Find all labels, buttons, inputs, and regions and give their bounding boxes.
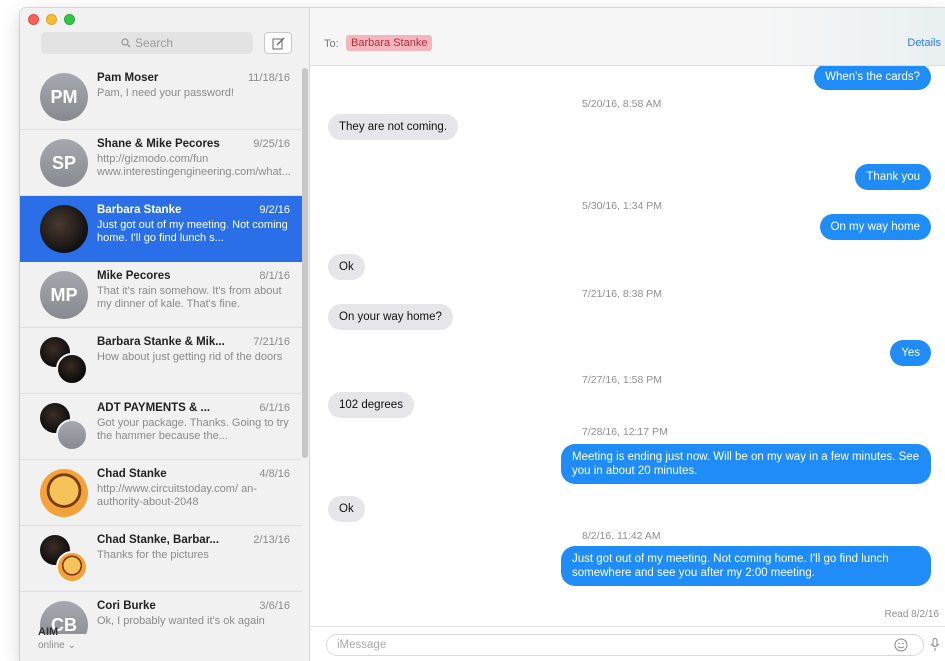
conversation-name: Chad Stanke, Barbar... [97,534,220,546]
sidebar-scrollbar[interactable] [302,68,308,458]
message-timestamp: 7/21/16, 8:38 PM [582,288,662,300]
conversation-item[interactable]: Barbara Stanke 9/2/16 Just got out of my m… [20,196,302,262]
account-name: AIM [38,626,59,638]
conversation-preview: http://gizmodo.com/fun www.interestingen… [97,153,291,178]
conversation-date: 11/18/16 [247,72,290,84]
microphone-icon[interactable] [930,638,940,652]
conversation-item[interactable]: MP Mike Pecores 8/1/16 That it's rain someh… [20,262,302,328]
outgoing-message[interactable]: Meeting is ending just now. Will be on m… [561,444,931,484]
conversation-preview: Ok, I probably wanted it's ok again [97,615,265,627]
conversation-date: 3/6/16 [259,600,290,612]
conversation-item[interactable]: SP Shane & Mike Pecores 9/25/16 http://gizm… [20,130,302,196]
conversation-preview: Just got out of my meeting. Not coming h… [97,219,288,244]
avatar [40,469,88,517]
to-label: To: [324,38,339,50]
outgoing-message[interactable]: When's the cards? [814,66,931,90]
message-timestamp: 5/30/16, 1:34 PM [582,200,662,212]
avatar: PM [40,73,88,121]
conversation-header: To: Barbara Stanke Details [310,8,945,66]
message-timestamp: 7/28/16, 12:17 PM [582,426,668,438]
conversation-date: 4/8/16 [259,468,290,480]
outgoing-message[interactable]: On my way home [819,214,931,240]
outgoing-message[interactable]: Yes [890,340,931,366]
conversation-name: ADT PAYMENTS & ... [97,402,211,414]
message-timestamp: 7/27/16, 1:58 PM [582,374,662,386]
search-placeholder: Search [134,36,174,50]
avatar [40,535,88,583]
conversation-preview: How about just getting rid of the doors [97,351,283,363]
details-button[interactable]: Details [907,37,941,49]
search-field[interactable]: Search [41,32,253,54]
conversation-item[interactable]: PM Pam Moser 11/18/16 Pam, I need your pass… [20,64,302,130]
conversation-preview: Pam, I need your password! [97,87,234,99]
avatar: MP [40,271,88,319]
conversation-name: Shane & Mike Pecores [97,138,220,150]
conversation-item[interactable]: Chad Stanke 4/8/16 http://www.circuitstoda… [20,460,302,526]
message-timestamp: 5/20/16, 8:58 AM [582,98,662,110]
messages-window: Search PM Pam Moser 11/18/16 Pam, I need yo… [20,8,945,661]
outgoing-message[interactable]: Just got out of my meeting. Not coming h… [561,546,931,586]
incoming-message[interactable]: On your way home? [328,304,453,330]
conversation-preview: http://www.circuitstoday.com/ an-authori… [97,483,257,508]
read-receipt: Read 8/2/16 [884,609,940,620]
smiley-icon[interactable] [894,638,908,652]
conversation-date: 6/1/16 [259,402,290,414]
incoming-message[interactable]: 102 degrees [328,392,414,418]
window-controls [28,14,75,25]
conversation-preview: Thanks for the pictures [97,549,209,561]
conversation-name: Mike Pecores [97,270,171,282]
outgoing-message[interactable]: Thank you [855,164,931,190]
conversation-item[interactable]: Barbara Stanke & Mik... 7/21/16 How about … [20,328,302,394]
conversation-name: Barbara Stanke & Mik... [97,336,225,348]
incoming-message[interactable]: They are not coming. [328,114,459,140]
avatar [40,337,88,385]
conversation-preview: That it's rain somehow. It's from about … [97,285,282,310]
conversation-list: PM Pam Moser 11/18/16 Pam, I need your pass… [20,64,302,634]
incoming-message[interactable]: Ok [328,496,365,522]
sidebar: Search PM Pam Moser 11/18/16 Pam, I need yo… [20,8,310,661]
minimize-window-button[interactable] [46,14,57,25]
incoming-message[interactable]: Ok [328,254,365,280]
conversation-preview: Got your package. Thanks. Going to try t… [97,417,289,442]
conversation-pane: To: Barbara Stanke Details When's the ca… [310,8,945,661]
conversation-name: Pam Moser [97,72,159,84]
compose-icon [272,37,284,49]
avatar [40,403,88,451]
message-thread: When's the cards? 5/20/16, 8:58 AM They ar… [310,66,945,626]
conversation-item[interactable]: Chad Stanke, Barbar... 2/13/16 Thanks for … [20,526,302,592]
recipient-token[interactable]: Barbara Stanke [346,35,433,51]
conversation-date: 2/13/16 [253,534,290,546]
conversation-name: Barbara Stanke [97,204,182,216]
conversation-date: 9/2/16 [259,204,290,216]
search-icon [121,38,131,48]
maximize-window-button[interactable] [64,14,75,25]
avatar [40,205,88,253]
account-presence: online ⌄ [38,640,76,651]
conversation-date: 7/21/16 [253,336,290,348]
conversation-name: Chad Stanke [97,468,167,480]
conversation-name: Cori Burke [97,600,156,612]
close-window-button[interactable] [28,14,39,25]
avatar: SP [40,139,88,187]
compose-button[interactable] [264,32,292,54]
composer-bar [310,626,945,661]
conversation-date: 9/25/16 [253,138,290,150]
message-input[interactable] [326,634,924,656]
conversation-date: 8/1/16 [259,270,290,282]
account-status[interactable]: AIM online ⌄ [38,626,76,651]
message-timestamp: 8/2/16, 11:42 AM [582,530,661,542]
conversation-item[interactable]: ADT PAYMENTS & ... 6/1/16 Got your package… [20,394,302,460]
